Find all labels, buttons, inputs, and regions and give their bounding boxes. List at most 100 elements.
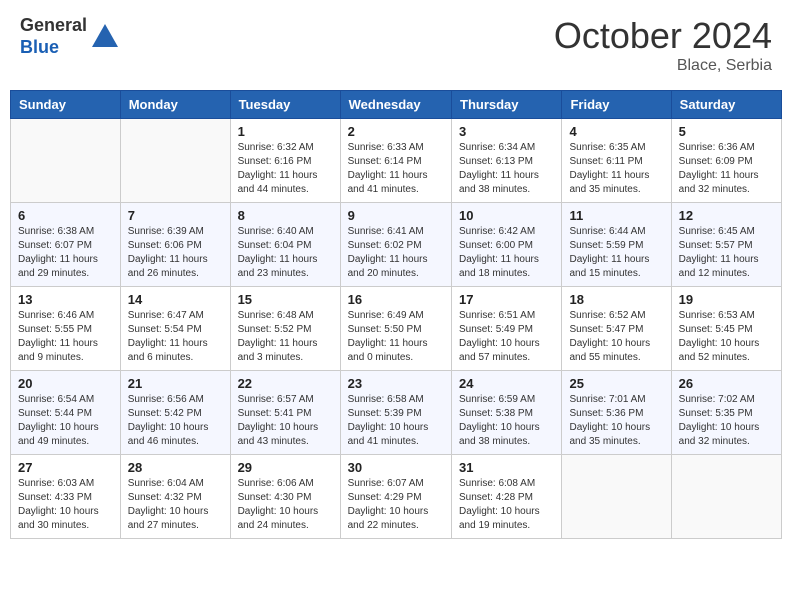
day-number: 31	[459, 460, 554, 475]
calendar-week-row: 20Sunrise: 6:54 AM Sunset: 5:44 PM Dayli…	[11, 371, 782, 455]
day-info: Sunrise: 6:38 AM Sunset: 6:07 PM Dayligh…	[18, 225, 113, 281]
location: Blace, Serbia	[554, 57, 772, 75]
table-row: 20Sunrise: 6:54 AM Sunset: 5:44 PM Dayli…	[11, 371, 121, 455]
table-row: 28 Sunrise: 6:04 AM Sunset: 4:32 PM Dayli…	[120, 455, 230, 539]
table-row: 18 Sunrise: 6:52 AM Sunset: 5:47 PM Dayli…	[562, 287, 671, 371]
day-info: Sunrise: 6:41 AM Sunset: 6:02 PM Dayligh…	[348, 225, 444, 281]
day-info: Sunrise: 6:49 AM Sunset: 5:50 PM Dayligh…	[348, 309, 444, 365]
table-row: 9Sunrise: 6:41 AM Sunset: 6:02 PM Daylig…	[340, 203, 451, 287]
table-row: 11Sunrise: 6:44 AM Sunset: 5:59 PM Dayli…	[562, 203, 671, 287]
day-info: Sunrise: 6:08 AM Sunset: 4:28 PM Dayligh…	[459, 477, 554, 533]
day-info: Sunrise: 6:42 AM Sunset: 6:00 PM Dayligh…	[459, 225, 554, 281]
calendar-week-row: 13 Sunrise: 6:46 AM Sunset: 5:55 PM Dayli…	[11, 287, 782, 371]
day-number: 12	[679, 208, 774, 223]
table-row	[120, 119, 230, 203]
table-row: 29 Sunrise: 6:06 AM Sunset: 4:30 PM Dayli…	[230, 455, 340, 539]
day-number: 2	[348, 124, 444, 139]
day-number: 13	[18, 292, 113, 307]
table-row: 7 Sunrise: 6:39 AM Sunset: 6:06 PM Daylig…	[120, 203, 230, 287]
calendar-table: Sunday Monday Tuesday Wednesday Thursday…	[10, 90, 782, 539]
calendar-week-row: 6 Sunrise: 6:38 AM Sunset: 6:07 PM Daylig…	[11, 203, 782, 287]
day-info: Sunrise: 6:06 AM Sunset: 4:30 PM Dayligh…	[238, 477, 333, 533]
table-row	[562, 455, 671, 539]
table-row: 6 Sunrise: 6:38 AM Sunset: 6:07 PM Daylig…	[11, 203, 121, 287]
calendar-week-row: 1 Sunrise: 6:32 AM Sunset: 6:16 PM Daylig…	[11, 119, 782, 203]
table-row: 19Sunrise: 6:53 AM Sunset: 5:45 PM Dayli…	[671, 287, 781, 371]
day-info: Sunrise: 6:33 AM Sunset: 6:14 PM Dayligh…	[348, 141, 444, 197]
table-row: 21Sunrise: 6:56 AM Sunset: 5:42 PM Dayli…	[120, 371, 230, 455]
day-info: Sunrise: 6:57 AM Sunset: 5:41 PM Dayligh…	[238, 393, 333, 449]
logo-general-text: General	[20, 15, 87, 37]
logo: General Blue	[20, 15, 120, 58]
day-info: Sunrise: 6:51 AM Sunset: 5:49 PM Dayligh…	[459, 309, 554, 365]
table-row: 23 Sunrise: 6:58 AM Sunset: 5:39 PM Dayli…	[340, 371, 451, 455]
logo-icon	[90, 22, 120, 52]
table-row: 25Sunrise: 7:01 AM Sunset: 5:36 PM Dayli…	[562, 371, 671, 455]
day-number: 26	[679, 376, 774, 391]
table-row	[11, 119, 121, 203]
day-info: Sunrise: 6:07 AM Sunset: 4:29 PM Dayligh…	[348, 477, 444, 533]
day-number: 7	[128, 208, 223, 223]
table-row: 26 Sunrise: 7:02 AM Sunset: 5:35 PM Dayli…	[671, 371, 781, 455]
calendar-week-row: 27Sunrise: 6:03 AM Sunset: 4:33 PM Dayli…	[11, 455, 782, 539]
day-number: 28	[128, 460, 223, 475]
month-title: October 2024	[554, 15, 772, 57]
day-info: Sunrise: 6:36 AM Sunset: 6:09 PM Dayligh…	[679, 141, 774, 197]
day-number: 16	[348, 292, 444, 307]
day-info: Sunrise: 6:35 AM Sunset: 6:11 PM Dayligh…	[569, 141, 663, 197]
day-info: Sunrise: 6:45 AM Sunset: 5:57 PM Dayligh…	[679, 225, 774, 281]
header-thursday: Thursday	[452, 91, 562, 119]
table-row: 5 Sunrise: 6:36 AM Sunset: 6:09 PM Daylig…	[671, 119, 781, 203]
page-header: General Blue October 2024 Blace, Serbia	[10, 10, 782, 80]
day-info: Sunrise: 6:52 AM Sunset: 5:47 PM Dayligh…	[569, 309, 663, 365]
table-row: 3 Sunrise: 6:34 AM Sunset: 6:13 PM Daylig…	[452, 119, 562, 203]
day-number: 20	[18, 376, 113, 391]
day-info: Sunrise: 6:32 AM Sunset: 6:16 PM Dayligh…	[238, 141, 333, 197]
day-number: 15	[238, 292, 333, 307]
table-row: 12 Sunrise: 6:45 AM Sunset: 5:57 PM Dayli…	[671, 203, 781, 287]
day-number: 6	[18, 208, 113, 223]
table-row: 8Sunrise: 6:40 AM Sunset: 6:04 PM Daylig…	[230, 203, 340, 287]
day-number: 27	[18, 460, 113, 475]
day-info: Sunrise: 6:44 AM Sunset: 5:59 PM Dayligh…	[569, 225, 663, 281]
table-row: 27Sunrise: 6:03 AM Sunset: 4:33 PM Dayli…	[11, 455, 121, 539]
table-row: 10 Sunrise: 6:42 AM Sunset: 6:00 PM Dayli…	[452, 203, 562, 287]
day-info: Sunrise: 6:04 AM Sunset: 4:32 PM Dayligh…	[128, 477, 223, 533]
day-number: 22	[238, 376, 333, 391]
day-number: 18	[569, 292, 663, 307]
table-row: 31 Sunrise: 6:08 AM Sunset: 4:28 PM Dayli…	[452, 455, 562, 539]
day-info: Sunrise: 6:59 AM Sunset: 5:38 PM Dayligh…	[459, 393, 554, 449]
day-number: 1	[238, 124, 333, 139]
table-row: 16 Sunrise: 6:49 AM Sunset: 5:50 PM Dayli…	[340, 287, 451, 371]
table-row: 13 Sunrise: 6:46 AM Sunset: 5:55 PM Dayli…	[11, 287, 121, 371]
day-number: 19	[679, 292, 774, 307]
day-number: 3	[459, 124, 554, 139]
day-number: 23	[348, 376, 444, 391]
day-info: Sunrise: 6:58 AM Sunset: 5:39 PM Dayligh…	[348, 393, 444, 449]
day-info: Sunrise: 6:48 AM Sunset: 5:52 PM Dayligh…	[238, 309, 333, 365]
day-number: 8	[238, 208, 333, 223]
table-row: 2 Sunrise: 6:33 AM Sunset: 6:14 PM Daylig…	[340, 119, 451, 203]
day-number: 5	[679, 124, 774, 139]
calendar-header-row: Sunday Monday Tuesday Wednesday Thursday…	[11, 91, 782, 119]
table-row: 15 Sunrise: 6:48 AM Sunset: 5:52 PM Dayli…	[230, 287, 340, 371]
logo-blue-text: Blue	[20, 37, 87, 59]
day-number: 30	[348, 460, 444, 475]
day-info: Sunrise: 6:34 AM Sunset: 6:13 PM Dayligh…	[459, 141, 554, 197]
day-info: Sunrise: 6:46 AM Sunset: 5:55 PM Dayligh…	[18, 309, 113, 365]
header-wednesday: Wednesday	[340, 91, 451, 119]
day-number: 10	[459, 208, 554, 223]
table-row: 17Sunrise: 6:51 AM Sunset: 5:49 PM Dayli…	[452, 287, 562, 371]
table-row: 24Sunrise: 6:59 AM Sunset: 5:38 PM Dayli…	[452, 371, 562, 455]
table-row	[671, 455, 781, 539]
table-row: 14Sunrise: 6:47 AM Sunset: 5:54 PM Dayli…	[120, 287, 230, 371]
header-saturday: Saturday	[671, 91, 781, 119]
day-number: 29	[238, 460, 333, 475]
table-row: 1 Sunrise: 6:32 AM Sunset: 6:16 PM Daylig…	[230, 119, 340, 203]
day-info: Sunrise: 6:39 AM Sunset: 6:06 PM Dayligh…	[128, 225, 223, 281]
day-info: Sunrise: 7:01 AM Sunset: 5:36 PM Dayligh…	[569, 393, 663, 449]
table-row: 22 Sunrise: 6:57 AM Sunset: 5:41 PM Dayli…	[230, 371, 340, 455]
header-sunday: Sunday	[11, 91, 121, 119]
table-row: 30 Sunrise: 6:07 AM Sunset: 4:29 PM Dayli…	[340, 455, 451, 539]
day-info: Sunrise: 7:02 AM Sunset: 5:35 PM Dayligh…	[679, 393, 774, 449]
